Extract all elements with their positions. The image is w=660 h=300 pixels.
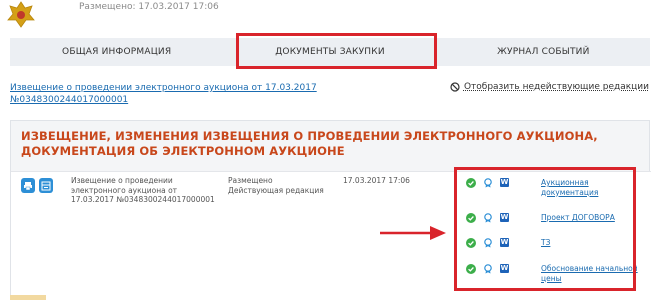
document-view-icon[interactable] xyxy=(39,178,53,193)
tab-general-info[interactable]: ОБЩАЯ ИНФОРМАЦИЯ xyxy=(10,38,223,66)
status-placed: Размещено xyxy=(228,176,273,185)
highlight-frame-tab xyxy=(236,33,437,69)
document-description: Извещение о проведении электронного аукц… xyxy=(71,176,215,204)
coat-of-arms-icon xyxy=(6,0,36,28)
print-icon[interactable] xyxy=(21,178,35,193)
tab-event-log[interactable]: ЖУРНАЛ СОБЫТИЙ xyxy=(437,38,650,66)
notice-link[interactable]: Извещение о проведении электронного аукц… xyxy=(10,82,340,106)
placed-date-text: Размещено: 17.03.2017 17:06 xyxy=(79,2,219,12)
document-status: Размещено Действующая редакция xyxy=(228,176,338,195)
show-inactive-toggle[interactable]: Отобразить недействующие редакции xyxy=(450,82,649,92)
section-title: ИЗВЕЩЕНИЕ, ИЗМЕНЕНИЯ ИЗВЕЩЕНИЯ О ПРОВЕДЕ… xyxy=(21,129,598,158)
bottom-marker xyxy=(10,295,46,300)
document-date: 17.03.2017 17:06 xyxy=(343,176,410,185)
highlight-frame-files xyxy=(454,167,636,291)
status-current-edition: Действующая редакция xyxy=(228,185,324,195)
red-arrow-icon xyxy=(380,226,446,240)
show-inactive-label: Отобразить недействующие редакции xyxy=(463,82,649,92)
prohibited-icon xyxy=(450,82,460,92)
